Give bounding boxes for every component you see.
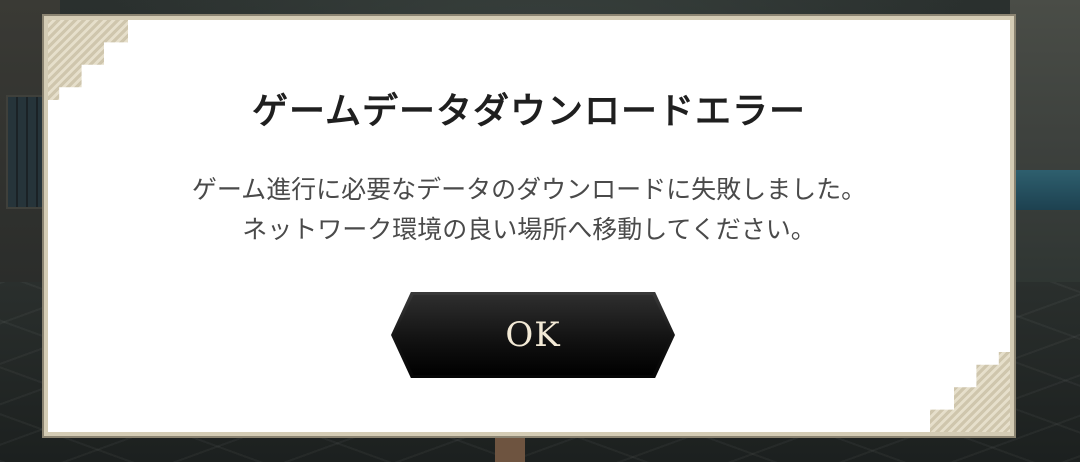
error-dialog: ゲームデータダウンロードエラー ゲーム進行に必要なデータのダウンロードに失敗しま… (44, 16, 1014, 436)
background-building-right (1010, 0, 1080, 300)
dialog-message: ゲーム進行に必要なデータのダウンロードに失敗しました。 ネットワーク環境の良い場… (48, 170, 1010, 250)
background-water (1010, 170, 1080, 210)
dialog-message-line: ゲーム進行に必要なデータのダウンロードに失敗しました。 (191, 175, 867, 204)
ok-button[interactable]: OK (391, 292, 675, 378)
dialog-title: ゲームデータダウンロードエラー (252, 91, 806, 132)
ok-button-label: OK (505, 315, 561, 355)
dialog-corner-ornament-bottom-right (930, 352, 1010, 432)
background-character (495, 432, 525, 462)
dialog-message-line: ネットワーク環境の良い場所へ移動してください。 (242, 215, 816, 244)
